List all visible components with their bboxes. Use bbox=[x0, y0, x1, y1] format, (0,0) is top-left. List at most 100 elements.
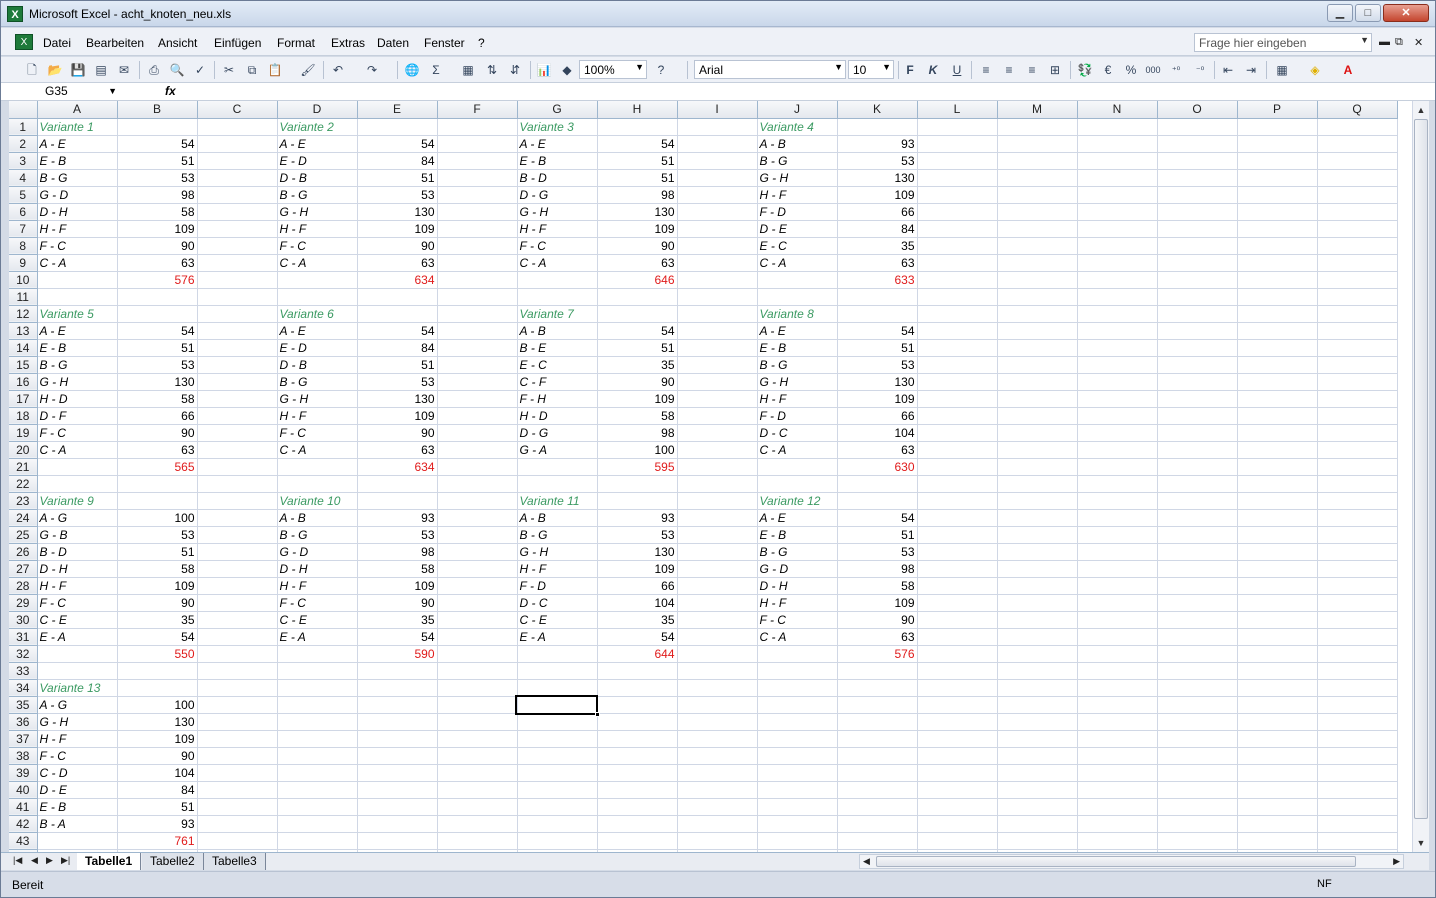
row-header-42[interactable]: 42 bbox=[9, 815, 38, 833]
edge-weight[interactable]: 51 bbox=[837, 339, 918, 357]
cell-d10[interactable] bbox=[277, 271, 358, 289]
cell-l15[interactable] bbox=[917, 356, 998, 374]
edge-weight[interactable]: 54 bbox=[357, 628, 438, 646]
cell-c14[interactable] bbox=[197, 339, 278, 357]
cell-o12[interactable] bbox=[1157, 305, 1238, 323]
edge-weight[interactable]: 98 bbox=[597, 424, 678, 442]
row-header-36[interactable]: 36 bbox=[9, 713, 38, 731]
row-header-23[interactable]: 23 bbox=[9, 492, 38, 510]
cell-d34[interactable] bbox=[277, 679, 358, 697]
row-header-19[interactable]: 19 bbox=[9, 424, 38, 442]
edge-label[interactable]: C - D bbox=[37, 764, 118, 782]
cell-f6[interactable] bbox=[437, 203, 518, 221]
cell-l12[interactable] bbox=[917, 305, 998, 323]
edge-label[interactable]: C - A bbox=[757, 441, 838, 459]
cell-l23[interactable] bbox=[917, 492, 998, 510]
edge-label[interactable]: E - B bbox=[757, 339, 838, 357]
cell-p8[interactable] bbox=[1237, 237, 1318, 255]
block-title[interactable]: Variante 3 bbox=[517, 118, 598, 136]
cell-k41[interactable] bbox=[837, 798, 918, 816]
cell-l35[interactable] bbox=[917, 696, 998, 714]
edge-weight[interactable]: 98 bbox=[837, 560, 918, 578]
cell-l14[interactable] bbox=[917, 339, 998, 357]
decrease-decimal-icon[interactable]: ⁻⁰ bbox=[1191, 61, 1209, 79]
cell-p37[interactable] bbox=[1237, 730, 1318, 748]
cell-f17[interactable] bbox=[437, 390, 518, 408]
edge-weight[interactable]: 98 bbox=[117, 186, 198, 204]
cell-m21[interactable] bbox=[997, 458, 1078, 476]
row-header-17[interactable]: 17 bbox=[9, 390, 38, 408]
edge-label[interactable]: H - F bbox=[517, 220, 598, 238]
cell-n42[interactable] bbox=[1077, 815, 1158, 833]
cell-i37[interactable] bbox=[677, 730, 758, 748]
cell-j40[interactable] bbox=[757, 781, 838, 799]
autosum-icon[interactable]: Σ bbox=[427, 61, 445, 79]
row-header-41[interactable]: 41 bbox=[9, 798, 38, 816]
cell-j37[interactable] bbox=[757, 730, 838, 748]
cell-n43[interactable] bbox=[1077, 832, 1158, 850]
edge-label[interactable]: H - F bbox=[277, 220, 358, 238]
block-title[interactable]: Variante 6 bbox=[277, 305, 358, 323]
edge-weight[interactable]: 51 bbox=[117, 152, 198, 170]
cell-d39[interactable] bbox=[277, 764, 358, 782]
cell-p5[interactable] bbox=[1237, 186, 1318, 204]
insert-function-icon[interactable]: fx bbox=[165, 84, 176, 98]
cell-p15[interactable] bbox=[1237, 356, 1318, 374]
cell-m43[interactable] bbox=[997, 832, 1078, 850]
cell-c3[interactable] bbox=[197, 152, 278, 170]
cell-a32[interactable] bbox=[37, 645, 118, 663]
cell-l30[interactable] bbox=[917, 611, 998, 629]
cell-q4[interactable] bbox=[1317, 169, 1398, 187]
cell-l31[interactable] bbox=[917, 628, 998, 646]
edge-label[interactable]: E - B bbox=[37, 798, 118, 816]
cell-p36[interactable] bbox=[1237, 713, 1318, 731]
edge-weight[interactable]: 130 bbox=[837, 373, 918, 391]
cell-m30[interactable] bbox=[997, 611, 1078, 629]
cell-f33[interactable] bbox=[437, 662, 518, 680]
cell-m5[interactable] bbox=[997, 186, 1078, 204]
cell-c43[interactable] bbox=[197, 832, 278, 850]
cell-q19[interactable] bbox=[1317, 424, 1398, 442]
row-header-26[interactable]: 26 bbox=[9, 543, 38, 561]
merge-center-icon[interactable]: ⊞ bbox=[1046, 61, 1064, 79]
edge-weight[interactable]: 84 bbox=[117, 781, 198, 799]
cell-l24[interactable] bbox=[917, 509, 998, 527]
cell-k1[interactable] bbox=[837, 118, 918, 136]
cell-f31[interactable] bbox=[437, 628, 518, 646]
edge-weight[interactable]: 93 bbox=[357, 509, 438, 527]
cell-o20[interactable] bbox=[1157, 441, 1238, 459]
cell-m33[interactable] bbox=[997, 662, 1078, 680]
cell-o29[interactable] bbox=[1157, 594, 1238, 612]
edge-label[interactable]: F - C bbox=[277, 594, 358, 612]
edge-weight[interactable]: 53 bbox=[357, 186, 438, 204]
cell-q5[interactable] bbox=[1317, 186, 1398, 204]
spellcheck-icon[interactable]: ✓ bbox=[191, 61, 209, 79]
cell-i34[interactable] bbox=[677, 679, 758, 697]
cell-p24[interactable] bbox=[1237, 509, 1318, 527]
cell-l9[interactable] bbox=[917, 254, 998, 272]
edge-label[interactable]: G - H bbox=[757, 373, 838, 391]
cell-c2[interactable] bbox=[197, 135, 278, 153]
cell-o43[interactable] bbox=[1157, 832, 1238, 850]
edge-weight[interactable]: 51 bbox=[597, 152, 678, 170]
edge-label[interactable]: E - C bbox=[757, 237, 838, 255]
hyperlink-icon[interactable]: 🌐 bbox=[403, 61, 421, 79]
cell-i15[interactable] bbox=[677, 356, 758, 374]
cell-o31[interactable] bbox=[1157, 628, 1238, 646]
cell-o15[interactable] bbox=[1157, 356, 1238, 374]
cell-o36[interactable] bbox=[1157, 713, 1238, 731]
cell-d42[interactable] bbox=[277, 815, 358, 833]
edge-label[interactable]: C - A bbox=[757, 254, 838, 272]
increase-indent-icon[interactable]: ⇥ bbox=[1242, 61, 1260, 79]
cell-j35[interactable] bbox=[757, 696, 838, 714]
cell-q21[interactable] bbox=[1317, 458, 1398, 476]
cell-g39[interactable] bbox=[517, 764, 598, 782]
cell-p43[interactable] bbox=[1237, 832, 1318, 850]
fill-color-icon[interactable]: ◈ bbox=[1306, 61, 1324, 79]
edge-weight[interactable]: 51 bbox=[357, 356, 438, 374]
cell-p26[interactable] bbox=[1237, 543, 1318, 561]
cell-m1[interactable] bbox=[997, 118, 1078, 136]
route-total[interactable]: 633 bbox=[837, 271, 918, 289]
cell-c28[interactable] bbox=[197, 577, 278, 595]
cell-k42[interactable] bbox=[837, 815, 918, 833]
